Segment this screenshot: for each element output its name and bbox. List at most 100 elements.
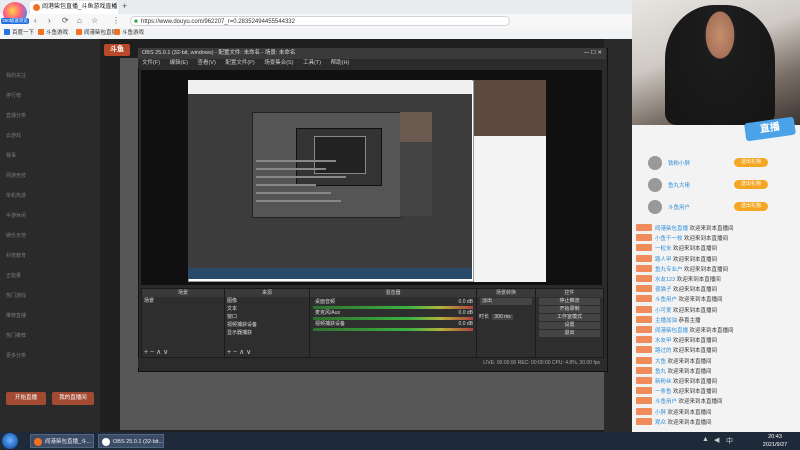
douyu-nav-item[interactable]: 热门游戏 (6, 292, 26, 299)
obs-menu-item[interactable]: 配置文件(P) (225, 60, 254, 66)
source-item[interactable]: 显示器捕获 (225, 329, 309, 337)
chat-user[interactable]: 主播加油 (655, 318, 677, 324)
add-icon[interactable]: + (227, 349, 231, 356)
window-controls-icon[interactable]: — ☐ ✕ (584, 48, 602, 59)
douyu-nav-item[interactable]: 娱乐天地 (6, 232, 26, 239)
douyu-nav-item[interactable]: 直播分类 (6, 112, 26, 119)
chat-text: 欢迎来到本直播间 (689, 328, 734, 334)
forward-icon[interactable]: › (48, 14, 51, 28)
close-tab-icon[interactable]: × (111, 1, 115, 14)
gift-user-name[interactable]: 铁粉小胖 (668, 159, 690, 167)
douyu-nav-item[interactable]: 赛事 (6, 152, 16, 159)
obs-menu-item[interactable]: 工具(T) (303, 60, 321, 66)
chat-user[interactable]: 阎港柴包直播 (655, 328, 688, 334)
exit-button[interactable]: 退出 (539, 330, 600, 337)
move-down-icon[interactable]: ∨ (246, 349, 251, 356)
studio-mode-button[interactable]: 工作室模式 (539, 314, 600, 321)
chat-user[interactable]: 小可爱 (655, 308, 672, 314)
gift-user-name[interactable]: 斗鱼用户 (668, 203, 690, 211)
chat-user[interactable]: 小鱼干一枚 (655, 236, 683, 242)
my-room-button[interactable]: 我的直播间 (52, 392, 94, 405)
source-item[interactable]: 视频捕获设备 (225, 321, 309, 329)
chat-user[interactable]: 斗鱼用户 (655, 297, 677, 303)
volume-icon[interactable]: ◀ (714, 436, 719, 444)
douyu-nav-item[interactable]: 云游戏 (6, 132, 21, 139)
chat-user[interactable]: 鱼丸专业户 (655, 267, 683, 273)
settings-button[interactable]: 设置 (539, 322, 600, 329)
douyu-nav-item[interactable]: 更多分类 (6, 352, 26, 359)
home-icon[interactable]: ⌂ (77, 14, 82, 28)
obs-menu-item[interactable]: 帮助(H) (331, 60, 350, 66)
chat-user[interactable]: 水友甲 (655, 338, 672, 344)
source-item[interactable]: 窗口 (225, 313, 309, 321)
douyu-nav-item[interactable]: 正能量 (6, 272, 21, 279)
remove-icon[interactable]: − (150, 349, 154, 356)
bookmark-item[interactable]: 斗鱼游戏 (114, 28, 144, 39)
ime-icon[interactable]: 中 (726, 436, 733, 446)
chat-user[interactable]: 新粉丝 (655, 379, 672, 385)
obs-menu-item[interactable]: 编辑(E) (170, 60, 188, 66)
captured-browser-toolbar (188, 80, 472, 94)
address-bar[interactable]: ■ https://www.douyu.com/962207_r=0.28352… (130, 16, 510, 26)
chat-user[interactable]: 鱼丸 (655, 369, 666, 375)
douyu-nav-item[interactable]: 排行榜 (6, 92, 21, 99)
douyu-nav-item[interactable]: 我的关注 (6, 72, 26, 79)
duration-input[interactable]: 300 ms (492, 314, 513, 320)
bookmark-item[interactable]: 斗鱼游戏 (38, 28, 68, 39)
douyu-nav-item[interactable]: 单机热游 (6, 192, 26, 199)
chat-user[interactable]: 水友123 (655, 277, 675, 283)
obs-task-icon (102, 438, 110, 446)
chat-text: 欢迎来到本直播间 (673, 246, 718, 253)
transitions-dock-title: 场景转换 (477, 289, 535, 297)
chat-user[interactable]: 一粒米 (655, 246, 672, 252)
start-recording-button[interactable]: 开始录制 (539, 306, 600, 313)
taskbar-item-obs[interactable]: OBS 25.0.1 (32-bit... (98, 434, 164, 448)
gift-row: 铁粉小胖 送出礼物 (636, 153, 796, 173)
source-item[interactable]: 文本 (225, 305, 309, 313)
chat-user[interactable]: 观众 (655, 420, 666, 426)
gift-user-name[interactable]: 鱼丸大佬 (668, 181, 690, 189)
chat-user[interactable]: 小胖 (655, 410, 666, 416)
obs-menu-item[interactable]: 文件(F) (142, 60, 160, 66)
scene-item[interactable]: 场景 (142, 297, 224, 305)
back-icon[interactable]: ‹ (34, 14, 37, 28)
chat-user[interactable]: 路过的 (655, 348, 672, 354)
chat-user[interactable]: 斗鱼用户 (655, 399, 677, 405)
level-badge (636, 377, 652, 384)
chat-user[interactable]: 大鱼 (655, 359, 666, 365)
start-button-icon[interactable] (2, 433, 18, 449)
level-badge (636, 387, 652, 395)
douyu-nav-item[interactable]: 网游竞技 (6, 172, 26, 179)
move-down-icon[interactable]: ∨ (163, 349, 168, 356)
douyu-logo[interactable]: 斗鱼 (104, 44, 130, 56)
remove-icon[interactable]: − (233, 349, 237, 356)
douyu-nav-item[interactable]: 热门推荐 (6, 332, 26, 339)
stop-streaming-button[interactable]: 停止推流 (539, 298, 600, 305)
obs-menu-item[interactable]: 场景集合(S) (264, 60, 293, 66)
add-icon[interactable]: + (144, 349, 148, 356)
bookmark-item[interactable]: 阎港柴包直播 (76, 28, 117, 39)
reload-icon[interactable]: ⟳ (62, 14, 69, 28)
taskbar-clock[interactable]: 20:43 2021/9/27 (752, 433, 798, 449)
bookmark-item[interactable]: 百度一下 (4, 28, 34, 39)
chat-user[interactable]: 阎港柴包直播 (655, 226, 688, 232)
browser-tab[interactable]: 阎港柴包直播_斗鱼游戏直播 × (30, 1, 118, 14)
douyu-nav-item[interactable]: 科技教育 (6, 252, 26, 259)
source-item[interactable]: 图像 (225, 297, 309, 305)
douyu-nav-item[interactable]: 推荐直播 (6, 312, 26, 319)
transition-select[interactable]: 淡出 (480, 298, 532, 305)
obs-menu-item[interactable]: 查看(V) (197, 60, 215, 66)
bookmark-star-icon[interactable]: ☆ (91, 14, 98, 28)
new-tab-button[interactable]: + (122, 1, 127, 11)
chat-user[interactable]: 路人甲 (655, 257, 672, 263)
taskbar-item-browser[interactable]: 阎港柴包直播_斗... (30, 434, 94, 448)
chat-text: 欢迎来到本直播间 (673, 348, 718, 355)
start-live-button[interactable]: 开始直播 (6, 392, 46, 405)
move-up-icon[interactable]: ∧ (156, 349, 161, 356)
chat-user[interactable]: 一条鱼 (655, 389, 672, 395)
chat-user[interactable]: 夜猫子 (655, 287, 672, 293)
move-up-icon[interactable]: ∧ (239, 349, 244, 356)
settings-icon[interactable]: ⋮ (112, 14, 120, 28)
douyu-nav-item[interactable]: 手游休闲 (6, 212, 26, 219)
network-icon[interactable]: ▲ (702, 436, 709, 443)
